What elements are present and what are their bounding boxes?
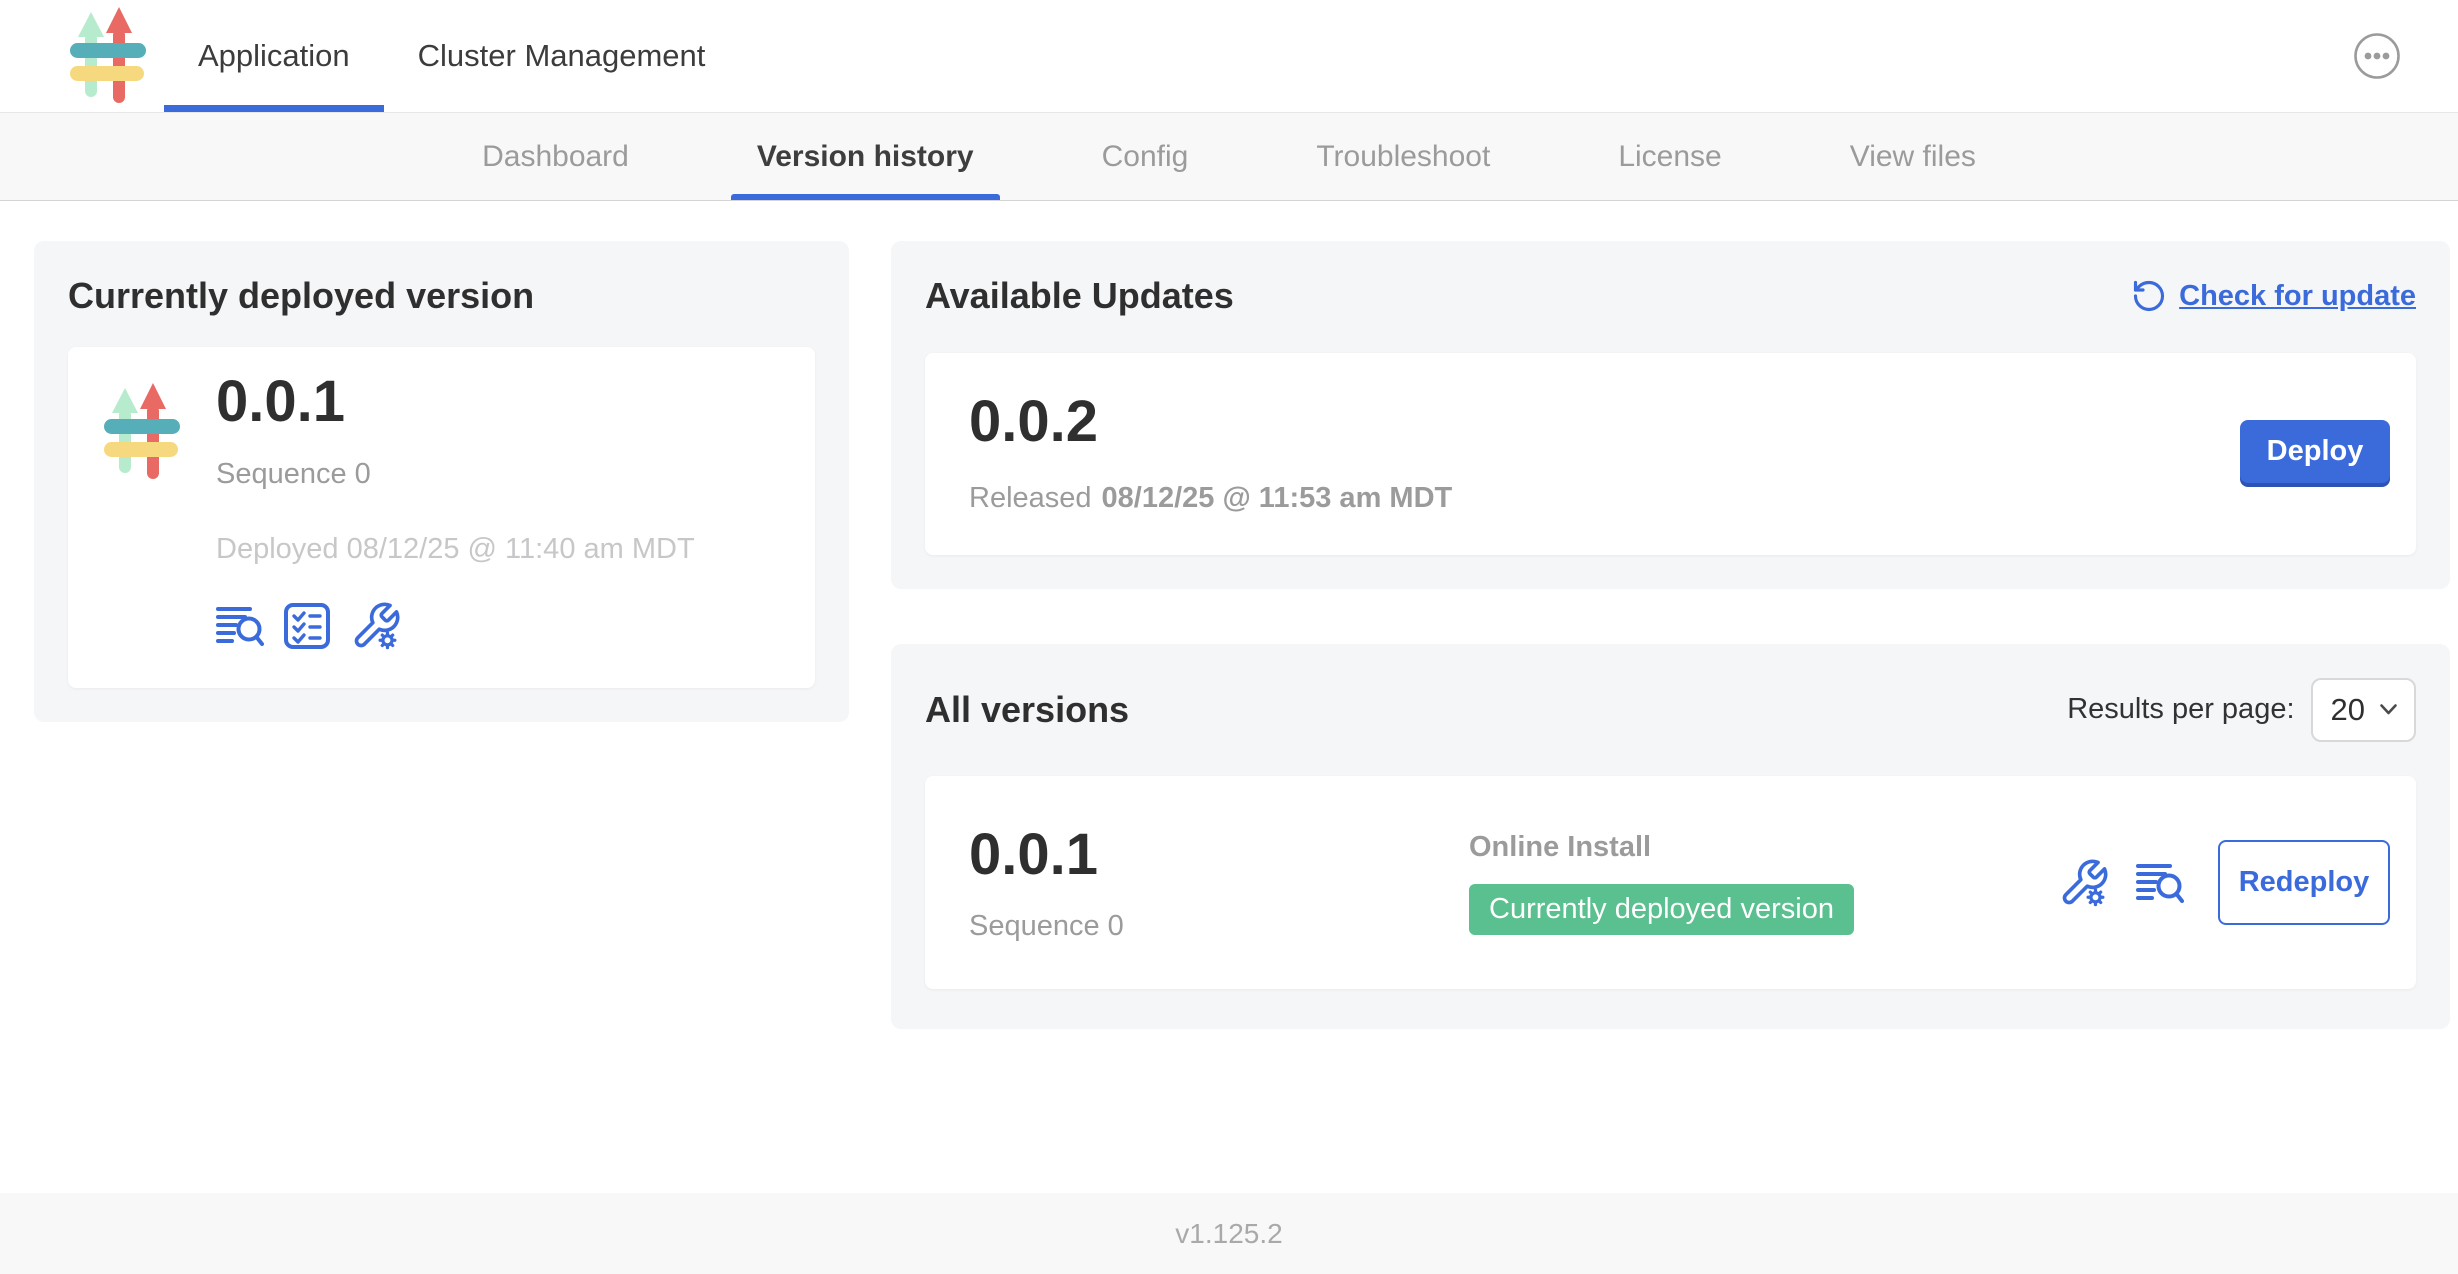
released-timestamp: 08/12/25 @ 11:53 am MDT <box>1102 482 1453 515</box>
update-row: 0.0.2 Released 08/12/25 @ 11:53 am MDT D… <box>925 353 2416 555</box>
results-per-page-select[interactable]: 20 <box>2311 678 2416 742</box>
ellipsis-menu-icon <box>2352 31 2402 81</box>
page-footer: v1.125.2 <box>0 1193 2458 1274</box>
check-for-update-link[interactable]: Check for update <box>2131 278 2416 314</box>
app-logo-icon <box>68 7 148 105</box>
install-type-label: Online Install <box>1469 831 2058 864</box>
version-row-status: Online Install Currently deployed versio… <box>1469 831 2058 935</box>
view-diff-button[interactable] <box>2136 860 2184 906</box>
results-per-page-value: 20 <box>2331 692 2365 728</box>
all-versions-card: All versions Results per page: 20 0.0. <box>891 644 2450 1029</box>
update-released-line: Released 08/12/25 @ 11:53 am MDT <box>969 482 1452 515</box>
released-label: Released <box>969 482 1092 515</box>
subtab-license[interactable]: License <box>1554 113 1785 200</box>
deployed-version-details: 0.0.1 Sequence 0 Deployed 08/12/25 @ 11:… <box>216 369 695 652</box>
top-header: Application Cluster Management <box>0 0 2458 113</box>
view-diff-button[interactable] <box>216 603 264 649</box>
chevron-down-icon <box>2379 703 2398 716</box>
admin-console-page: Application Cluster Management Dashboard… <box>0 0 2458 1274</box>
top-nav: Application Cluster Management <box>164 0 739 112</box>
deployed-timestamp: Deployed 08/12/25 @ 11:40 am MDT <box>216 533 695 566</box>
right-column: Available Updates Check for update 0.0.2… <box>891 241 2450 1029</box>
preflight-checks-icon <box>284 603 330 649</box>
subtab-dashboard[interactable]: Dashboard <box>418 113 693 200</box>
row-sequence: Sequence 0 <box>969 910 1469 943</box>
edit-config-button[interactable] <box>350 600 402 652</box>
update-version-number: 0.0.2 <box>969 389 1452 456</box>
overflow-menu-button[interactable] <box>2352 31 2402 81</box>
tab-application[interactable]: Application <box>164 0 384 112</box>
currently-deployed-badge: Currently deployed version <box>1469 884 1854 935</box>
preflight-checks-button[interactable] <box>284 603 330 649</box>
version-row: 0.0.1 Sequence 0 Online Install Currentl… <box>925 776 2416 990</box>
main-content: Currently deployed version 0.0.1 Sequenc… <box>0 201 2458 1193</box>
results-per-page: Results per page: 20 <box>2067 678 2416 742</box>
view-diff-icon <box>216 603 264 649</box>
app-subnav: Dashboard Version history Config Trouble… <box>0 113 2458 201</box>
deploy-button[interactable]: Deploy <box>2240 420 2390 483</box>
check-for-update-label: Check for update <box>2179 280 2416 313</box>
update-details: 0.0.2 Released 08/12/25 @ 11:53 am MDT <box>969 389 1452 515</box>
subtab-version-history[interactable]: Version history <box>693 113 1038 200</box>
version-row-details: 0.0.1 Sequence 0 <box>969 822 1469 944</box>
subtab-view-files[interactable]: View files <box>1786 113 2040 200</box>
edit-config-button[interactable] <box>2058 857 2110 909</box>
deployed-version-number: 0.0.1 <box>216 369 695 436</box>
currently-deployed-title: Currently deployed version <box>68 275 815 317</box>
deployed-sequence: Sequence 0 <box>216 458 695 491</box>
all-versions-header: All versions Results per page: 20 <box>925 678 2416 742</box>
subtab-troubleshoot[interactable]: Troubleshoot <box>1252 113 1554 200</box>
app-logo-icon <box>102 383 182 481</box>
redeploy-button[interactable]: Redeploy <box>2218 840 2390 925</box>
row-version-number: 0.0.1 <box>969 822 1469 889</box>
header-spacer <box>739 0 2352 112</box>
deployed-actions <box>216 600 695 652</box>
all-versions-title: All versions <box>925 689 1129 731</box>
console-version: v1.125.2 <box>1175 1218 1282 1250</box>
subtab-config[interactable]: Config <box>1038 113 1253 200</box>
available-updates-header: Available Updates Check for update <box>925 275 2416 317</box>
results-per-page-label: Results per page: <box>2067 693 2294 726</box>
view-diff-icon <box>2136 860 2184 906</box>
version-row-actions: Redeploy <box>2058 840 2390 925</box>
edit-config-icon <box>350 600 402 652</box>
refresh-icon <box>2131 278 2167 314</box>
available-updates-card: Available Updates Check for update 0.0.2… <box>891 241 2450 589</box>
edit-config-icon <box>2058 857 2110 909</box>
app-logo <box>68 0 148 112</box>
currently-deployed-card: Currently deployed version 0.0.1 Sequenc… <box>34 241 849 722</box>
deployed-version-panel: 0.0.1 Sequence 0 Deployed 08/12/25 @ 11:… <box>68 347 815 688</box>
available-updates-title: Available Updates <box>925 275 1234 317</box>
tab-cluster-management[interactable]: Cluster Management <box>384 0 740 112</box>
